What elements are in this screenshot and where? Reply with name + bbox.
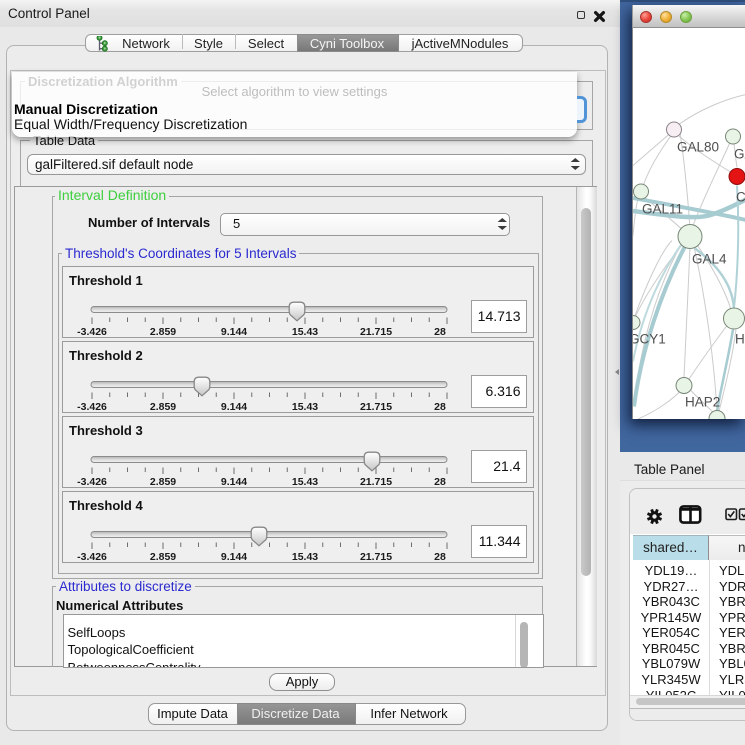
- svg-text:GAL4: GAL4: [692, 251, 727, 266]
- svg-text:GCY1: GCY1: [632, 331, 666, 346]
- svg-text:HAP2: HAP2: [685, 394, 720, 409]
- svg-text:GAL: GAL: [734, 146, 745, 161]
- svg-text:GAL11: GAL11: [642, 201, 683, 216]
- svg-text:GAL80: GAL80: [677, 139, 719, 154]
- svg-text:H: H: [735, 331, 745, 346]
- svg-text:C: C: [736, 189, 745, 204]
